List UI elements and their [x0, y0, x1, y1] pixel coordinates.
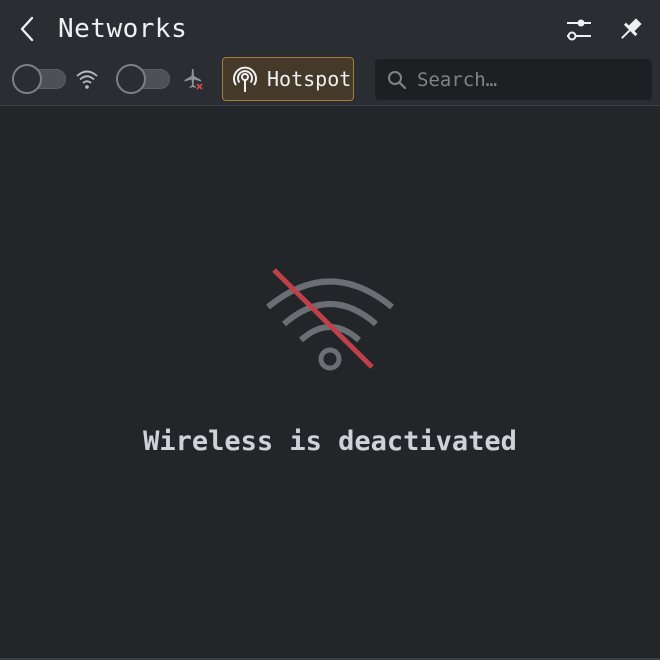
- wifi-icon: [74, 66, 100, 92]
- airplane-mode-toggle[interactable]: [116, 64, 170, 94]
- pin-button[interactable]: [614, 12, 648, 46]
- empty-state-message: Wireless is deactivated: [143, 426, 517, 457]
- hotspot-label: Hotspot: [267, 67, 352, 91]
- hotspot-icon: [233, 66, 257, 92]
- hotspot-button[interactable]: Hotspot: [222, 57, 354, 101]
- search-input[interactable]: [417, 68, 637, 91]
- search-icon: [388, 70, 407, 89]
- airplane-toggle-knob: [116, 64, 146, 94]
- wifi-toggle-knob: [12, 64, 42, 94]
- page-title: Networks: [58, 14, 188, 44]
- wifi-toggle[interactable]: [12, 64, 66, 94]
- back-button[interactable]: [12, 12, 44, 46]
- header: Networks Hotspot Search…: [0, 0, 660, 106]
- sliders-icon: [567, 19, 591, 41]
- chevron-left-icon: [20, 16, 34, 42]
- configure-button[interactable]: [562, 12, 596, 46]
- pin-icon: [621, 18, 642, 39]
- search-field[interactable]: [375, 59, 652, 100]
- empty-state: Wireless is deactivated: [0, 106, 660, 658]
- wifi-off-icon: [266, 268, 394, 371]
- networks-applet: Networks Hotspot Search… Wireless is dea…: [0, 0, 660, 660]
- airplane-off-icon: [180, 66, 206, 92]
